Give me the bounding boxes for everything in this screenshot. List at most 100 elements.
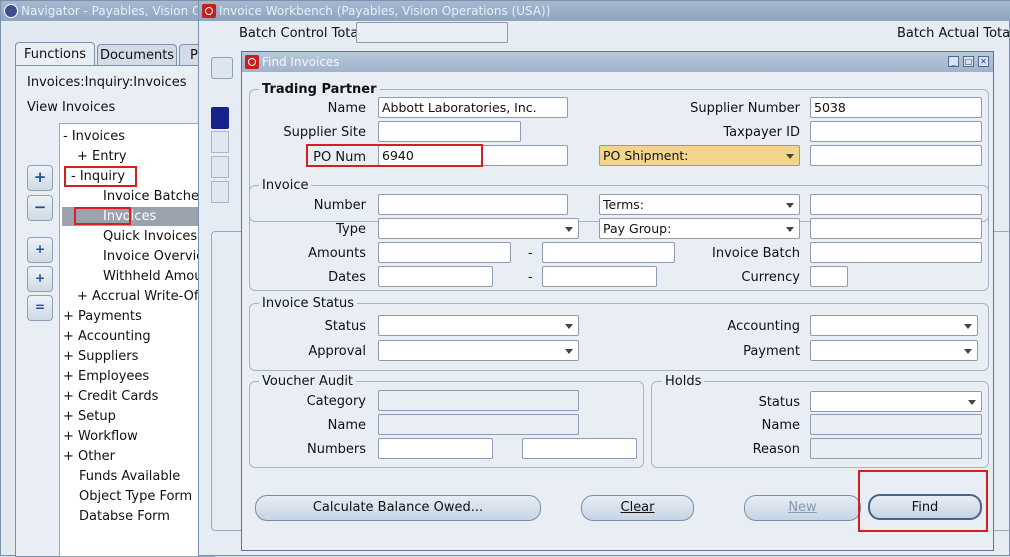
navigator-path: Invoices:Inquiry:Invoices [27,75,187,90]
supplier-site-label: Supplier Site [283,125,366,140]
tab-documents[interactable]: Documents [97,44,177,66]
type-select[interactable] [378,218,579,239]
tree-item-workflow[interactable]: + Workflow [63,429,138,445]
close-icon[interactable]: ✕ [978,56,989,67]
find-oracle-icon [245,55,259,69]
numbers-label: Numbers [307,442,366,457]
batch-actual-total-label: Batch Actual Total [897,26,1010,41]
clear-button[interactable]: Clear [581,495,694,521]
supplier-number-field[interactable]: 5038 [810,97,982,118]
tree-item-credit-cards[interactable]: + Credit Cards [63,389,158,405]
oracle-icon [202,4,216,18]
holds-status-select[interactable] [810,391,982,412]
inquiry-highlight [64,166,137,187]
tree-item-suppliers[interactable]: + Suppliers [63,349,138,365]
invoice-batch-field[interactable] [810,242,982,263]
holds-name-field[interactable] [810,414,982,435]
supplier-site-field[interactable] [378,121,521,142]
new-button-label: New [788,500,817,515]
new-button[interactable]: New [744,495,861,521]
calculate-balance-owed-button[interactable]: Calculate Balance Owed... [255,495,541,521]
minimize-icon[interactable]: _ [948,56,959,67]
voucher-name-label: Name [327,418,366,433]
taxpayer-id-label: Taxpayer ID [723,125,800,140]
holds-status-label: Status [758,395,800,410]
dates-to-field[interactable] [542,266,657,287]
tab-processes-label: P [190,48,198,63]
tree-item-object-type-form[interactable]: Object Type Form [79,489,192,505]
trading-partner-heading: Trading Partner [259,82,380,97]
amounts-to-field[interactable] [542,242,675,263]
invoice-number-field[interactable] [378,194,568,215]
find-invoices-titlebar[interactable]: Find Invoices _ □ ✕ [242,52,993,72]
tree-item-invoices[interactable]: - Invoices [63,129,125,145]
navigator-subtitle: View Invoices [27,100,116,115]
taxpayer-id-field[interactable] [810,121,982,142]
record-indicator-4[interactable] [211,181,229,203]
numbers-to-field[interactable] [522,438,637,459]
currency-label: Currency [741,270,800,285]
tree-item-accounting[interactable]: + Accounting [63,329,151,345]
status-select[interactable] [378,315,579,336]
currency-field[interactable] [810,266,848,287]
holds-name-label: Name [761,418,800,433]
accounting-label: Accounting [727,319,800,334]
accounting-select[interactable] [810,315,978,336]
workbench-titlebar[interactable]: Invoice Workbench (Payables, Vision Oper… [199,1,1010,21]
approval-select[interactable] [378,340,579,361]
po-num-highlight [306,144,483,167]
terms-field[interactable] [810,194,982,215]
record-indicator-2[interactable] [211,131,229,153]
workbench-title: Invoice Workbench (Payables, Vision Oper… [219,4,551,18]
tree-item-payments[interactable]: + Payments [63,309,142,325]
record-indicator-3[interactable] [211,156,229,178]
expand-icon[interactable]: + [27,165,53,191]
payment-select[interactable] [810,340,978,361]
holds-reason-field[interactable] [810,438,982,459]
amounts-label: Amounts [308,246,366,261]
expand-all-icon[interactable]: + [27,266,53,292]
voucher-name-field[interactable] [378,414,579,435]
tree-item-funds-available[interactable]: Funds Available [79,469,180,485]
amounts-from-field[interactable] [378,242,511,263]
pay-group-select[interactable]: Pay Group: [599,218,800,239]
voucher-audit-heading: Voucher Audit [259,374,357,389]
clear-button-label: Clear [620,500,655,515]
invoice-number-label: Number [313,198,366,213]
collapse-icon[interactable]: − [27,195,53,221]
navigator-app-icon [4,4,18,18]
tree-item-entry[interactable]: + Entry [77,149,127,165]
tree-item-databse-form[interactable]: Databse Form [79,509,170,525]
name-label: Name [327,101,366,116]
tab-documents-label: Documents [99,48,175,63]
tree-item-invoice-batches[interactable]: Invoice Batches [103,189,206,205]
tab-functions-label: Functions [23,47,87,62]
numbers-from-field[interactable] [378,438,493,459]
maximize-icon[interactable]: □ [963,56,974,67]
status-label: Status [324,319,366,334]
batch-control-total-field[interactable] [356,22,508,43]
tree-item-other[interactable]: + Other [63,449,115,465]
record-indicator-current[interactable] [211,107,229,129]
tree-item-employees[interactable]: + Employees [63,369,149,385]
tree-item-quick-invoices[interactable]: Quick Invoices [103,229,197,245]
folder-icon[interactable] [211,57,233,79]
category-label: Category [306,394,366,409]
pay-group-field[interactable] [810,218,982,239]
dates-from-field[interactable] [378,266,493,287]
navigator-titlebar[interactable]: Navigator - Payables, Vision Operations … [1,1,216,21]
invoices-highlight [74,207,131,225]
tab-functions[interactable]: Functions [15,42,95,66]
category-field[interactable] [378,390,579,411]
name-field[interactable]: Abbott Laboratories, Inc. [378,97,568,118]
expand-branch-icon[interactable]: + [27,237,53,263]
collapse-all-icon[interactable]: = [27,295,53,321]
holds-heading: Holds [662,374,705,389]
supplier-number-label: Supplier Number [690,101,800,116]
tree-item-accrual-write-off[interactable]: + Accrual Write-Off [77,289,203,305]
find-invoices-title: Find Invoices [262,55,340,69]
po-shipment-select[interactable]: PO Shipment: [599,145,800,166]
tree-item-setup[interactable]: + Setup [63,409,116,425]
terms-select[interactable]: Terms: [599,194,800,215]
po-shipment-field[interactable] [810,145,982,166]
